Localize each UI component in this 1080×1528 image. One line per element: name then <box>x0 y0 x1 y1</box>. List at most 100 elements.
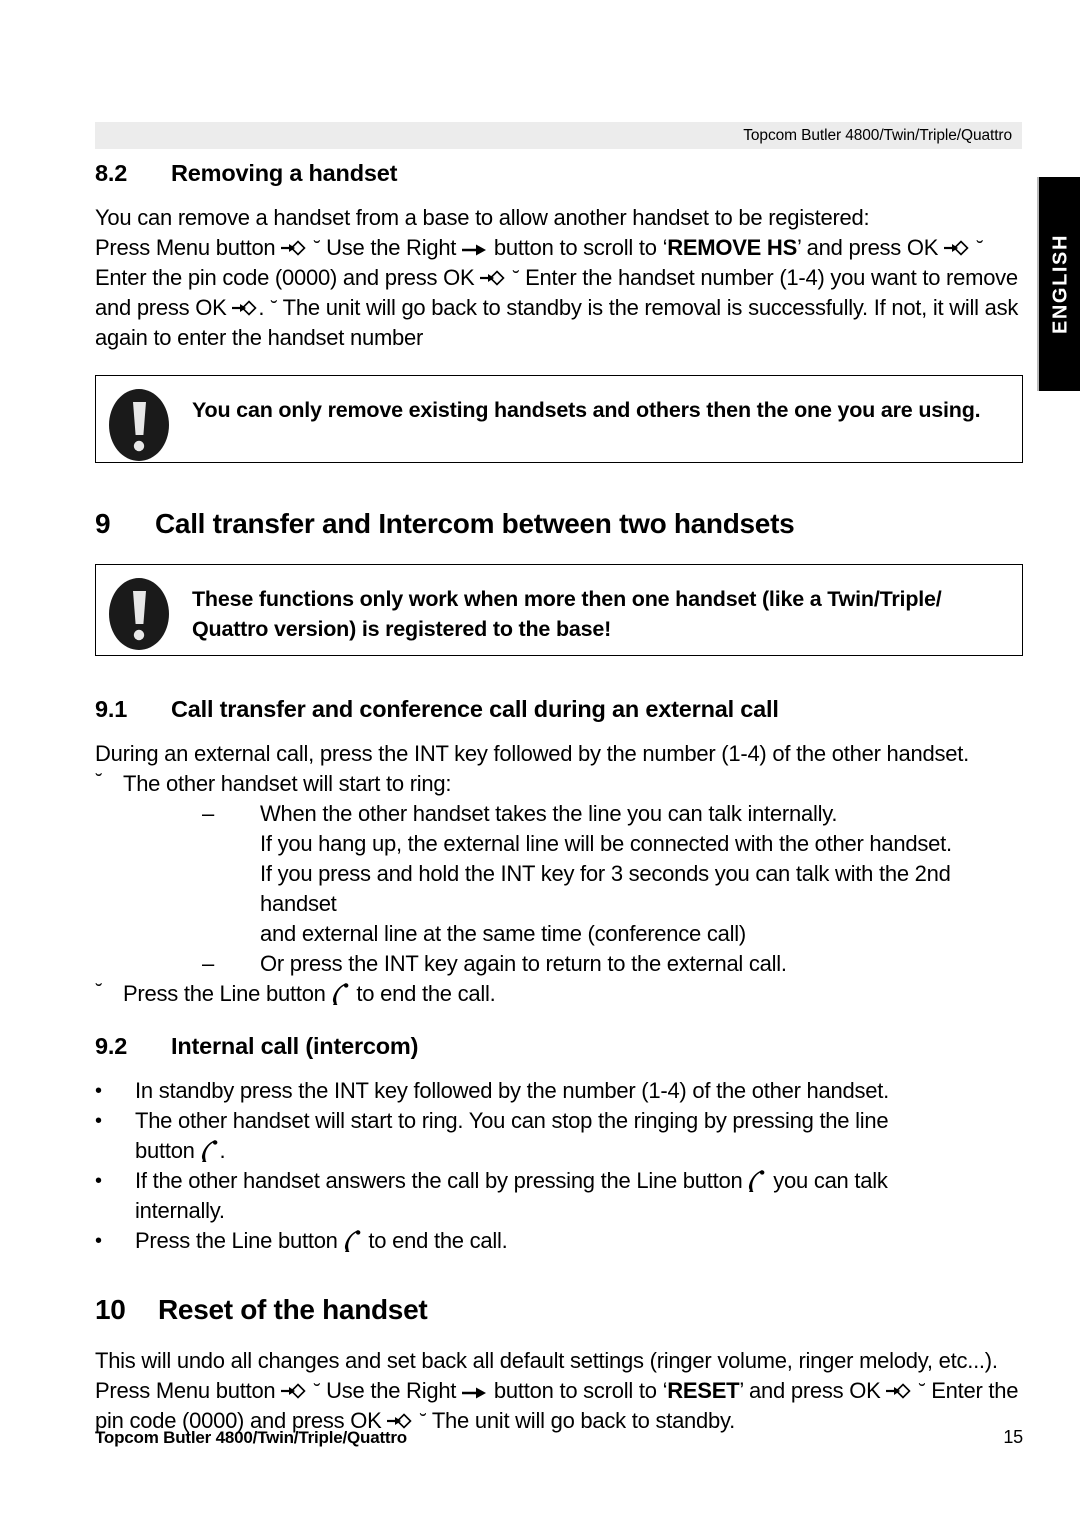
heading-9-1-title: Call transfer and conference call during… <box>171 696 779 722</box>
list-item-sub-1-text: When the other handset takes the line yo… <box>260 801 838 826</box>
list-continuation-1: If you hang up, the external line will b… <box>260 831 952 856</box>
phone-line-icon <box>748 1170 767 1193</box>
menu-button-icon <box>232 295 258 316</box>
page-footer: Topcom Butler 4800/Twin/Triple/Quattro 1… <box>95 1427 1023 1448</box>
menu-button-icon <box>281 1378 307 1399</box>
reset-step-menu: Press Menu button <box>95 1378 276 1403</box>
bullet-item-1: • In standby press the INT key followed … <box>95 1076 1023 1106</box>
bullet-item-2: • The other handset will start to ring. … <box>95 1106 1023 1166</box>
reset-step-press-ok: ’ and press OK <box>739 1378 881 1403</box>
breve-marker-end-call: ˘ <box>95 978 103 1003</box>
breve-marker-reset-1: ˘ <box>313 1378 321 1403</box>
bullet-item-3: • If the other handset answers the call … <box>95 1166 1023 1226</box>
paragraph-10-line-2: etc...). <box>938 1348 998 1373</box>
language-tab-english: ENGLISH <box>1037 177 1080 391</box>
heading-10-number: 10 <box>95 1294 126 1325</box>
bullet-marker-1: • <box>95 1080 102 1102</box>
bullet-4-text-a: Press the Line button <box>135 1228 338 1253</box>
bullet-item-4: • Press the Line button to end the call. <box>95 1226 1023 1256</box>
heading-8-2: 8.2 Removing a handset <box>95 160 1023 187</box>
step-text-scroll: button to scroll to ‘ <box>493 235 668 260</box>
warning-box-8-2: You can only remove existing handsets an… <box>95 375 1023 463</box>
display-text-reset: RESET <box>667 1378 740 1403</box>
warning-box-9: These functions only work when more then… <box>95 564 1023 656</box>
warning-exclamation-icon <box>108 577 170 651</box>
bullet-marker-2: • <box>95 1110 102 1132</box>
list-item-end-call-text: Press the Line button to end the call. <box>123 979 496 1009</box>
warning-exclamation-icon <box>108 388 170 462</box>
list-item-end-call: ˘ Press the Line button to end the call. <box>95 979 1023 1009</box>
bullet-item-1-text: In standby press the INT key followed by… <box>135 1078 889 1103</box>
menu-button-icon <box>886 1378 912 1399</box>
heading-10-title: Reset of the handset <box>158 1294 428 1325</box>
phone-line-icon <box>201 1140 220 1163</box>
paragraph-10-line-1: This will undo all changes and set back … <box>95 1348 933 1373</box>
bullet-3-text-c: internally. <box>135 1198 225 1223</box>
heading-9: 9 Call transfer and Intercom between two… <box>95 508 1023 540</box>
phone-line-icon <box>344 1230 363 1253</box>
menu-button-icon <box>281 235 307 256</box>
phone-line-icon <box>332 983 351 1006</box>
language-tab-label: ENGLISH <box>1049 233 1071 335</box>
heading-10: 10 Reset of the handset <box>95 1294 1023 1326</box>
list-item-sub-2: – Or press the INT key again to return t… <box>202 949 1023 979</box>
paragraph-9-1-intro: During an external call, press the INT k… <box>95 739 1023 769</box>
page-content: 8.2 Removing a handset You can remove a … <box>95 160 1023 1436</box>
paragraph-8-2-steps: Press Menu button ˘ Use the Right button… <box>95 233 1023 353</box>
list-item-sub-1: – When the other handset takes the line … <box>202 799 1023 829</box>
end-call-text-a: Press the Line button <box>123 981 326 1006</box>
step-text-pin: Enter the pin code (0000) and press OK <box>95 265 475 290</box>
menu-button-icon <box>944 235 970 256</box>
dash-marker-2: – <box>202 951 214 976</box>
heading-8-2-title: Removing a handset <box>171 160 398 186</box>
step-text-handset-number: Enter the handset number (1-4) you <box>525 265 866 290</box>
dash-marker-1: – <box>202 801 214 826</box>
list-item-ring-text: The other handset will start to ring: <box>123 771 452 796</box>
heading-9-2: 9.2 Internal call (intercom) <box>95 1033 1023 1060</box>
breve-marker-1: ˘ <box>313 235 321 260</box>
paragraph-8-2-intro: You can remove a handset from a base to … <box>95 203 1023 233</box>
bullet-item-3-text: If the other handset answers the call by… <box>135 1166 888 1226</box>
bullet-3-text-b: you can talk <box>773 1168 888 1193</box>
paragraph-10-intro: This will undo all changes and set back … <box>95 1346 1023 1376</box>
bullet-2-text-a: The other handset will start to ring. Yo… <box>135 1108 889 1133</box>
footer-product-name: Topcom Butler 4800/Twin/Triple/Quattro <box>95 1428 407 1447</box>
breve-marker-reset-2: ˘ <box>918 1378 926 1403</box>
list-continuation-2: If you press and hold the INT key for 3 … <box>260 861 951 916</box>
running-header-text: Topcom Butler 4800/Twin/Triple/Quattro <box>743 126 1012 144</box>
bullet-2-text-c: . <box>219 1138 226 1163</box>
bullet-item-2-text: The other handset will start to ring. Yo… <box>135 1106 889 1166</box>
breve-marker-2: ˘ <box>975 235 984 260</box>
heading-8-2-number: 8.2 <box>95 160 128 186</box>
breve-marker-4: ˘ <box>270 295 278 320</box>
step-text-period: . <box>258 295 271 320</box>
heading-9-2-number: 9.2 <box>95 1033 128 1059</box>
heading-9-2-title: Internal call (intercom) <box>171 1033 419 1059</box>
heading-9-title: Call transfer and Intercom between two h… <box>155 508 795 539</box>
heading-9-1-number: 9.1 <box>95 696 128 722</box>
bullet-2-text-b: button <box>135 1138 195 1163</box>
heading-9-number: 9 <box>95 508 111 539</box>
document-page: Topcom Butler 4800/Twin/Triple/Quattro E… <box>0 0 1080 1528</box>
bullet-marker-4: • <box>95 1230 102 1252</box>
warning-text-8-2: You can only remove existing handsets an… <box>192 398 981 422</box>
bullet-marker-3: • <box>95 1170 102 1192</box>
paragraph-9-1-intro-text: During an external call, press the INT k… <box>95 741 969 766</box>
display-text-remove-hs: REMOVE HS <box>667 235 797 260</box>
paragraph-8-2-intro-text: You can remove a handset from a base to … <box>95 205 870 230</box>
list-continuation-3: and external line at the same time (conf… <box>260 921 746 946</box>
running-header: Topcom Butler 4800/Twin/Triple/Quattro <box>95 122 1022 149</box>
right-arrow-icon <box>462 1378 488 1399</box>
breve-marker-3: ˘ <box>512 265 520 290</box>
reset-step-right: Use the Right <box>326 1378 457 1403</box>
right-arrow-icon <box>462 235 488 256</box>
step-text-standby: The unit will go back to standby is the … <box>282 295 743 320</box>
step-text-menu: Press Menu button <box>95 235 276 260</box>
bullet-3-text-a: If the other handset answers the call by… <box>135 1168 743 1193</box>
warning-text-9: These functions only work when more then… <box>192 587 942 641</box>
list-item-ring: ˘ The other handset will start to ring: <box>95 769 1023 799</box>
breve-marker-ring: ˘ <box>95 768 103 793</box>
bullet-item-4-text: Press the Line button to end the call. <box>135 1226 508 1256</box>
menu-button-icon <box>387 1408 413 1429</box>
end-call-text-b: to end the call. <box>356 981 496 1006</box>
